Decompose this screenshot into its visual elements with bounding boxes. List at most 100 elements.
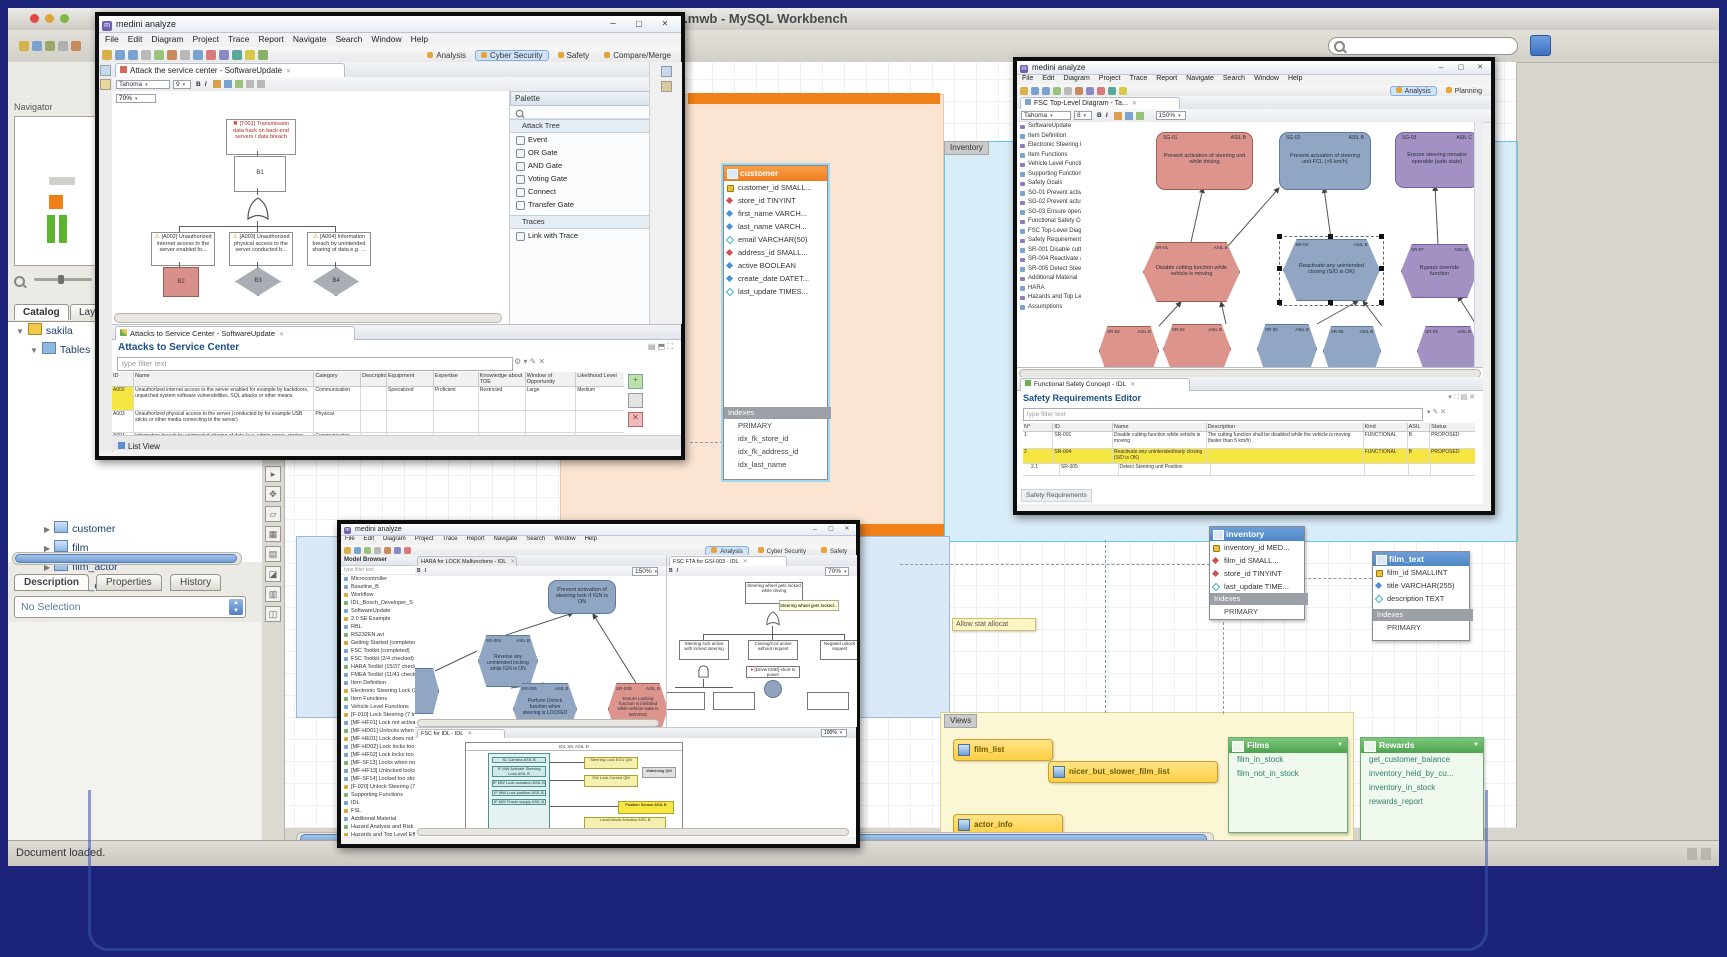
w1-title-bar[interactable]: mmedini analyze – ▢ ✕ — [99, 16, 681, 33]
filter-input[interactable]: type filter text — [1023, 408, 1423, 421]
table-customer-header[interactable]: customer — [724, 166, 827, 181]
tree-item[interactable]: [MF-SF14] Locked too strong — [341, 775, 415, 783]
table-column[interactable]: film_id SMALL... — [1210, 554, 1304, 567]
w1-menubar[interactable]: FileEditDiagramProjectTraceReportNavigat… — [99, 33, 681, 47]
tab-history[interactable]: History — [170, 574, 221, 591]
table-column[interactable]: description TEXT — [1373, 592, 1469, 605]
zoom-slider-thumb[interactable] — [58, 275, 64, 284]
statusbar-grip-icon[interactable] — [1687, 848, 1697, 860]
table-row[interactable]: A003 Unauthorized physical access to the… — [112, 411, 624, 433]
layer-customers-titlebar[interactable] — [688, 93, 940, 104]
w1-left-strip[interactable] — [99, 62, 113, 452]
menu-item[interactable]: Project — [415, 536, 434, 545]
align-icon[interactable] — [246, 80, 254, 88]
w1-format-bar[interactable]: Tahoma 9 B I — [112, 77, 681, 92]
italic-button[interactable]: I — [677, 568, 678, 574]
zoom-combo[interactable]: 100% — [821, 729, 847, 737]
statusbar-grip-icon[interactable] — [1701, 848, 1711, 860]
perspective-cyber-security[interactable]: Cyber Security — [752, 546, 812, 556]
palette-tool[interactable]: Event — [510, 133, 650, 146]
menu-item[interactable]: File — [1022, 75, 1033, 85]
font-size-combo[interactable]: 8 — [1074, 111, 1092, 120]
w3-panel-tab[interactable]: Functional Safety Concept - IDL — [1020, 378, 1190, 391]
perspective-analysis[interactable]: Analysis — [1390, 86, 1437, 96]
maximize-icon[interactable] — [60, 14, 69, 23]
filter-icons[interactable]: ▾ ✎ ✕ — [1427, 408, 1446, 416]
font-size-combo[interactable]: 9 — [173, 80, 191, 89]
w3-menubar[interactable]: FileEditDiagramProjectTraceReportNavigat… — [1017, 75, 1491, 85]
w2-fsc-canvas[interactable]: Prevent activation of steering lock if I… — [415, 576, 666, 727]
table-inventory[interactable]: inventory inventory_id MED...film_id SMA… — [1209, 526, 1305, 620]
w2-left-hscroll[interactable] — [417, 719, 659, 727]
tree-item[interactable]: SG-02 Prevent actuation... — [1017, 198, 1081, 208]
add-row-button[interactable]: + — [628, 374, 643, 389]
arch-block-gray[interactable]: Watchdog QM — [642, 767, 676, 778]
attack-leaf-undeveloped[interactable]: B4 — [313, 267, 359, 296]
table-film-text-header[interactable]: film_text — [1373, 552, 1469, 566]
catalog-hscrollbar-thumb[interactable] — [15, 554, 237, 563]
routine-row[interactable]: get_customer_balance — [1361, 753, 1483, 767]
menu-item[interactable]: Help — [585, 536, 597, 545]
w2-menubar[interactable]: FileEditDiagramProjectTraceReportNavigat… — [341, 536, 856, 545]
index-row[interactable]: PRIMARY — [724, 419, 827, 432]
table-column[interactable]: last_update TIMES... — [724, 285, 827, 298]
palette-tools-row[interactable] — [510, 106, 650, 119]
maximize-icon[interactable]: ▢ — [1453, 61, 1469, 74]
bold-button[interactable]: B — [417, 568, 421, 574]
routine-row[interactable]: film_in_stock — [1229, 753, 1347, 767]
safety-req-partial[interactable]: SR-02ASIL B — [1099, 326, 1159, 367]
tree-item[interactable]: SR-004 Reactivate any un... — [1017, 255, 1081, 265]
fsc-hex-partial[interactable] — [415, 668, 439, 714]
fta-child-3[interactable]: Negated unlock request — [820, 640, 857, 660]
close-icon[interactable] — [30, 14, 39, 23]
catalog-hscrollbar[interactable] — [12, 552, 242, 565]
tree-item[interactable]: [MF-HE01] Lock does not lock compl... — [341, 735, 415, 743]
tree-item[interactable]: 2.0 SE Example — [341, 615, 415, 623]
menu-item[interactable]: Report — [258, 34, 284, 47]
note-shape[interactable]: Allow stat allocat — [952, 618, 1036, 631]
cursor-tool-icon[interactable]: ▸ — [265, 466, 281, 482]
tree-item[interactable]: [MF-HF01] Lock not activated when r... — [341, 719, 415, 727]
font-combo[interactable]: Tahoma — [1021, 111, 1071, 120]
tree-item[interactable]: Microcontroller — [341, 575, 415, 583]
index-row[interactable]: idx_fk_store_id — [724, 432, 827, 445]
safety-req-partial[interactable]: SR-08ASIL B — [1417, 326, 1479, 367]
menu-item[interactable]: Navigate — [293, 34, 327, 47]
w3-perspective-bar[interactable]: Analysis Planning — [1387, 86, 1488, 96]
tree-item[interactable]: Supporting Functions — [1017, 170, 1081, 180]
tree-item[interactable]: FSC Toolkit (completed) — [341, 647, 415, 655]
w1-editor-tab[interactable]: Attack the service center - SoftwareUpda… — [115, 63, 345, 78]
w3-vscrollbar[interactable] — [1474, 122, 1483, 367]
table-row[interactable]: 2.1 SR-005 Detect Steering unit Position — [1023, 464, 1475, 476]
menu-item[interactable]: Window — [1254, 75, 1279, 85]
safety-goal-sg03[interactable]: SG-03ASIL CEnsure steering remains opera… — [1395, 132, 1479, 188]
w1-perspective-bar[interactable]: Analysis Cyber Security Safety Compare/M… — [418, 50, 677, 61]
palette-tool[interactable]: Connect — [510, 185, 650, 198]
w3-format-bar[interactable]: Tahoma 8 B I 150% — [1017, 109, 1491, 123]
safety-goal-sg01[interactable]: SG-01ASIL BPrevent activation of steerin… — [1156, 132, 1253, 190]
menu-item[interactable]: Project — [192, 34, 218, 47]
table-column[interactable]: store_id TINYINT — [1210, 567, 1304, 580]
palette-tool[interactable]: Transfer Gate — [510, 198, 650, 211]
table-customer[interactable]: customer customer_id SMALL...store_id TI… — [723, 165, 828, 480]
w3-fsc-canvas[interactable]: SG-01ASIL BPrevent activation of steerin… — [1081, 122, 1483, 367]
zoom-combo[interactable]: 150% — [632, 567, 658, 576]
model-browser-filter[interactable]: type filter text — [341, 566, 415, 575]
attacks-table-header[interactable]: ID Name Category Description Equipment E… — [112, 372, 624, 387]
menu-item[interactable]: Edit — [128, 34, 143, 47]
zoom-combo[interactable]: 70% — [116, 94, 156, 103]
tree-item[interactable]: RBL — [341, 623, 415, 631]
tree-item[interactable]: Vehicle Level Functions — [1017, 160, 1081, 170]
w3-title-bar[interactable]: mmedini analyze – ▢ ✕ — [1017, 61, 1491, 75]
attack-child-2[interactable]: ⚠ [A003] Unauthorized physical access to… — [229, 232, 293, 266]
attack-leaf-undeveloped[interactable]: B3 — [235, 267, 281, 296]
palette-header[interactable]: Palette — [510, 91, 650, 106]
menu-item[interactable]: Help — [1288, 75, 1302, 85]
fsc-goal[interactable]: Prevent activation of steering lock if I… — [548, 580, 616, 614]
zoom-icon[interactable] — [14, 274, 25, 292]
fta-child-2[interactable]: Closing/Coil active without request — [748, 640, 798, 660]
tree-item[interactable]: [MF-HF13] Unlocked locks on its own — [341, 767, 415, 775]
tab-description[interactable]: Description — [14, 574, 89, 591]
bold-button[interactable]: B — [196, 81, 201, 88]
fta-subnode[interactable] — [807, 692, 849, 710]
